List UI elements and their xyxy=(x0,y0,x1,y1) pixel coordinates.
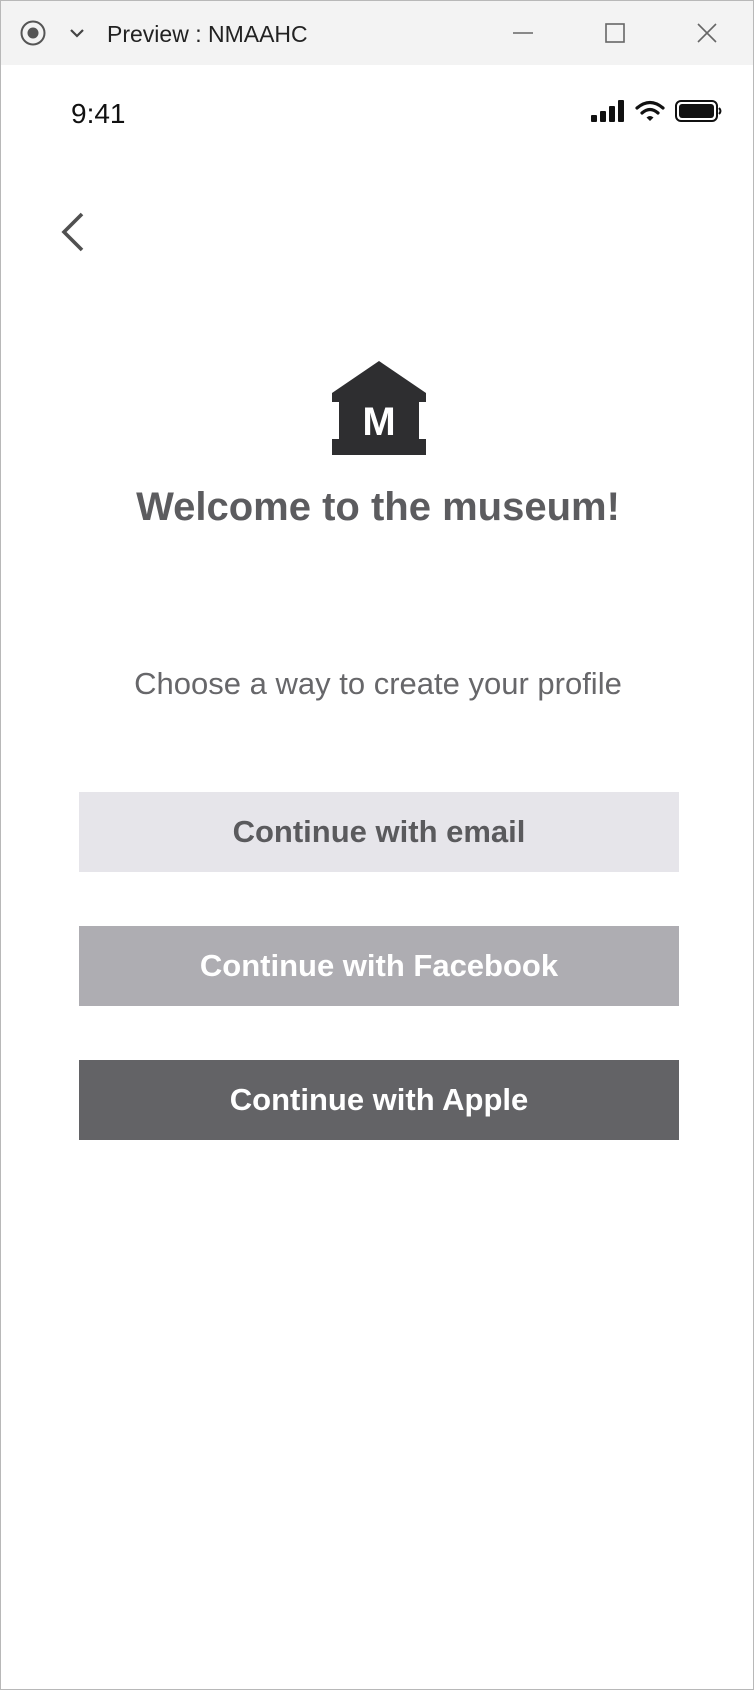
minimize-icon xyxy=(513,32,533,34)
maximize-button[interactable] xyxy=(592,15,638,51)
page-title: Welcome to the museum! xyxy=(136,485,620,529)
close-icon xyxy=(697,23,717,43)
museum-icon: M xyxy=(332,361,426,455)
status-time: 9:41 xyxy=(71,98,126,129)
continue-with-facebook-button[interactable]: Continue with Facebook xyxy=(79,926,679,1006)
continue-with-apple-button[interactable]: Continue with Apple xyxy=(79,1060,679,1140)
chevron-left-icon xyxy=(61,212,84,252)
wifi-icon xyxy=(635,100,665,121)
logo-letter: M xyxy=(362,400,395,444)
profile-prompt: Choose a way to create your profile xyxy=(134,666,622,701)
minimize-button[interactable] xyxy=(500,15,546,51)
maximize-icon xyxy=(605,23,625,43)
back-button[interactable] xyxy=(55,209,91,255)
signal-icon xyxy=(591,100,624,122)
chevron-down-icon[interactable] xyxy=(67,23,87,43)
status-icons xyxy=(591,98,723,124)
battery-icon xyxy=(675,100,722,122)
close-button[interactable] xyxy=(684,15,730,51)
record-icon[interactable] xyxy=(20,20,46,46)
continue-with-email-button[interactable]: Continue with email xyxy=(79,792,679,872)
window-title: Preview : NMAAHC xyxy=(107,21,308,47)
preview-window: Preview : NMAAHC 9:41 M Welcome to the m… xyxy=(0,0,754,1690)
title-bar: Preview : NMAAHC xyxy=(1,1,753,65)
